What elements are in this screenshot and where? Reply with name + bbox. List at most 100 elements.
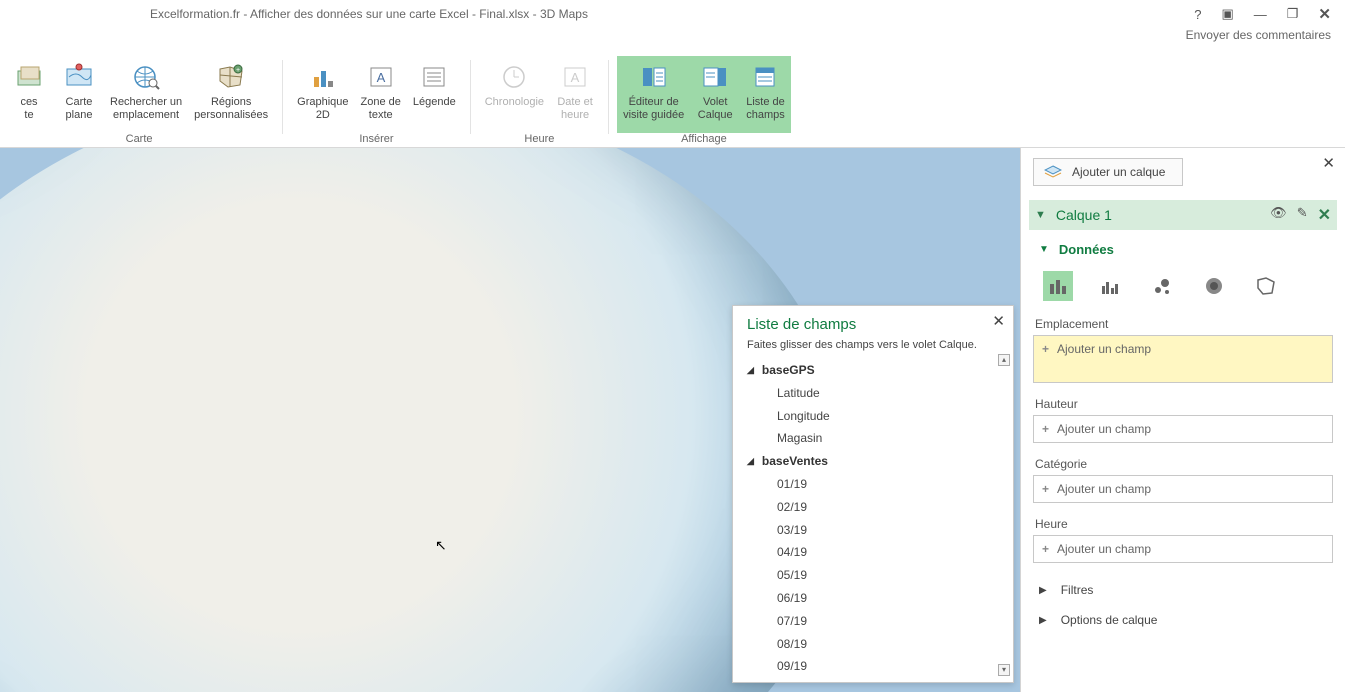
ribbon-btn-layer-pane[interactable]: Volet Calque xyxy=(690,56,740,133)
ribbon-label: Éditeur de visite guidée xyxy=(623,96,684,122)
plus-icon: + xyxy=(1042,422,1049,436)
chevron-down-icon: ▼ xyxy=(1039,244,1049,255)
field-item[interactable]: 07/19 xyxy=(747,610,999,633)
flat-map-icon xyxy=(64,60,94,94)
globe-search-icon xyxy=(131,60,161,94)
ribbon-group-label: Heure xyxy=(524,133,554,148)
layer-tools: 👁 ✎ ✕ xyxy=(1270,205,1331,225)
section-filtres[interactable]: ▶Filtres xyxy=(1033,575,1333,605)
delete-icon[interactable]: ✕ xyxy=(1318,205,1331,225)
map-canvas[interactable]: ↖ ✕ Liste de champs Faites glisser des c… xyxy=(0,148,1020,692)
eye-icon[interactable]: 👁 xyxy=(1270,205,1287,225)
field-item[interactable]: 08/19 xyxy=(747,633,999,656)
ribbon-label: Date et heure xyxy=(557,96,592,122)
field-item[interactable]: 06/19 xyxy=(747,587,999,610)
close-icon[interactable]: ✕ xyxy=(992,312,1005,330)
close-icon[interactable]: ✕ xyxy=(1322,154,1335,172)
scroll-down-icon[interactable]: ▾ xyxy=(998,664,1010,676)
window-controls: ? ▣ — ❐ ✕ xyxy=(1194,5,1339,23)
pencil-icon[interactable]: ✎ xyxy=(1297,205,1308,225)
ribbon-label: Zone de texte xyxy=(361,96,401,122)
field-list-subtitle: Faites glisser des champs vers le volet … xyxy=(747,339,999,351)
viz-region[interactable] xyxy=(1251,271,1281,301)
titlebar: Excelformation.fr - Afficher des données… xyxy=(0,0,1345,28)
cursor-icon: ↖ xyxy=(435,537,447,554)
collapse-icon: ◢ xyxy=(747,453,754,470)
ribbon-label: Graphique 2D xyxy=(297,96,348,122)
field-item[interactable]: 04/19 xyxy=(747,541,999,564)
help-icon[interactable]: ? xyxy=(1194,7,1201,22)
svg-text:+: + xyxy=(236,67,240,74)
plus-icon: + xyxy=(1042,542,1049,556)
plus-icon: + xyxy=(1042,482,1049,496)
viz-heatmap[interactable] xyxy=(1199,271,1229,301)
ribbon-group-affichage: Éditeur de visite guidée Volet Calque Li… xyxy=(613,56,795,148)
layer-header[interactable]: ▼ Calque 1 👁 ✎ ✕ xyxy=(1029,200,1337,230)
feedback-link-row: Envoyer des commentaires xyxy=(0,28,1345,50)
ribbon-btn-custom-regions[interactable]: + Régions personnalisées xyxy=(188,56,274,133)
feedback-link[interactable]: Envoyer des commentaires xyxy=(1186,28,1331,50)
close-icon[interactable]: ✕ xyxy=(1318,5,1331,23)
field-item[interactable]: 01/19 xyxy=(747,473,999,496)
field-table-baseventes[interactable]: ◢baseVentes xyxy=(747,450,999,473)
field-item[interactable]: 03/19 xyxy=(747,519,999,542)
field-item[interactable]: 02/19 xyxy=(747,496,999,519)
dropzone-categorie[interactable]: +Ajouter un champ xyxy=(1033,475,1333,503)
dropzone-hauteur[interactable]: +Ajouter un champ xyxy=(1033,415,1333,443)
chevron-right-icon: ▶ xyxy=(1039,585,1047,596)
ribbon-group-label: Insérer xyxy=(359,133,393,148)
field-list-pane: ✕ Liste de champs Faites glisser des cha… xyxy=(732,305,1014,683)
viz-stacked-column[interactable] xyxy=(1043,271,1073,301)
ribbon-btn-find-location[interactable]: Rechercher un emplacement xyxy=(104,56,188,133)
ribbon-group-heure: Chronologie A Date et heure Heure xyxy=(475,56,604,148)
scroll-up-icon[interactable]: ▴ xyxy=(998,354,1010,366)
add-layer-button[interactable]: Ajouter un calque xyxy=(1033,158,1183,186)
ribbon-display-icon[interactable]: ▣ xyxy=(1221,6,1233,22)
field-table-basegps[interactable]: ◢baseGPS xyxy=(747,359,999,382)
viz-bubble[interactable] xyxy=(1147,271,1177,301)
ribbon-btn-flat-map[interactable]: Carte plane xyxy=(54,56,104,133)
visualization-picker xyxy=(1033,267,1333,315)
ribbon-btn-themes[interactable]: ces te xyxy=(4,56,54,133)
main-area: ↖ ✕ Liste de champs Faites glisser des c… xyxy=(0,148,1345,692)
ribbon-btn-legend[interactable]: Légende xyxy=(407,56,462,133)
ribbon-btn-text-box[interactable]: A Zone de texte xyxy=(355,56,407,133)
section-data[interactable]: ▼ Données xyxy=(1033,236,1333,267)
clock-icon xyxy=(500,60,528,94)
ribbon-btn-tour-editor[interactable]: Éditeur de visite guidée xyxy=(617,56,690,133)
dropzone-heure[interactable]: +Ajouter un champ xyxy=(1033,535,1333,563)
field-item[interactable]: Magasin xyxy=(747,427,999,450)
ribbon-btn-date-time: A Date et heure xyxy=(550,56,600,133)
ribbon-label: Légende xyxy=(413,96,456,109)
ribbon-btn-chart-2d[interactable]: Graphique 2D xyxy=(291,56,354,133)
field-list-title: Liste de champs xyxy=(747,316,999,333)
ribbon-group-label: Carte xyxy=(126,133,153,148)
ribbon-label: Régions personnalisées xyxy=(194,96,268,122)
label-categorie: Catégorie xyxy=(1035,457,1333,471)
restore-icon[interactable]: ❐ xyxy=(1287,6,1299,22)
globe-graphic xyxy=(0,148,850,692)
ribbon: ces te Carte plane Rechercher un emplace… xyxy=(0,50,1345,148)
ribbon-btn-timeline: Chronologie xyxy=(479,56,550,133)
plus-icon: + xyxy=(1042,342,1049,356)
regions-icon: + xyxy=(216,60,246,94)
scrollbar[interactable]: ▴ ▾ xyxy=(997,354,1011,676)
field-item[interactable]: 09/19 xyxy=(747,655,999,678)
viz-clustered-column[interactable] xyxy=(1095,271,1125,301)
ribbon-label: Liste de champs xyxy=(746,96,785,122)
field-item[interactable]: Latitude xyxy=(747,382,999,405)
field-item[interactable]: Longitude xyxy=(747,405,999,428)
field-list-icon xyxy=(753,60,777,94)
svg-text:A: A xyxy=(571,70,580,85)
chevron-down-icon: ▼ xyxy=(1035,209,1046,221)
ribbon-btn-field-list[interactable]: Liste de champs xyxy=(740,56,791,133)
layers-icon xyxy=(1044,165,1062,179)
field-item[interactable]: 05/19 xyxy=(747,564,999,587)
minimize-icon[interactable]: — xyxy=(1254,7,1267,22)
tour-editor-icon xyxy=(640,60,668,94)
ribbon-group-label: Affichage xyxy=(681,133,727,148)
section-layer-options[interactable]: ▶Options de calque xyxy=(1033,605,1333,635)
layer-pane-icon xyxy=(701,60,729,94)
ribbon-label: Rechercher un emplacement xyxy=(110,96,182,122)
dropzone-emplacement[interactable]: +Ajouter un champ xyxy=(1033,335,1333,383)
